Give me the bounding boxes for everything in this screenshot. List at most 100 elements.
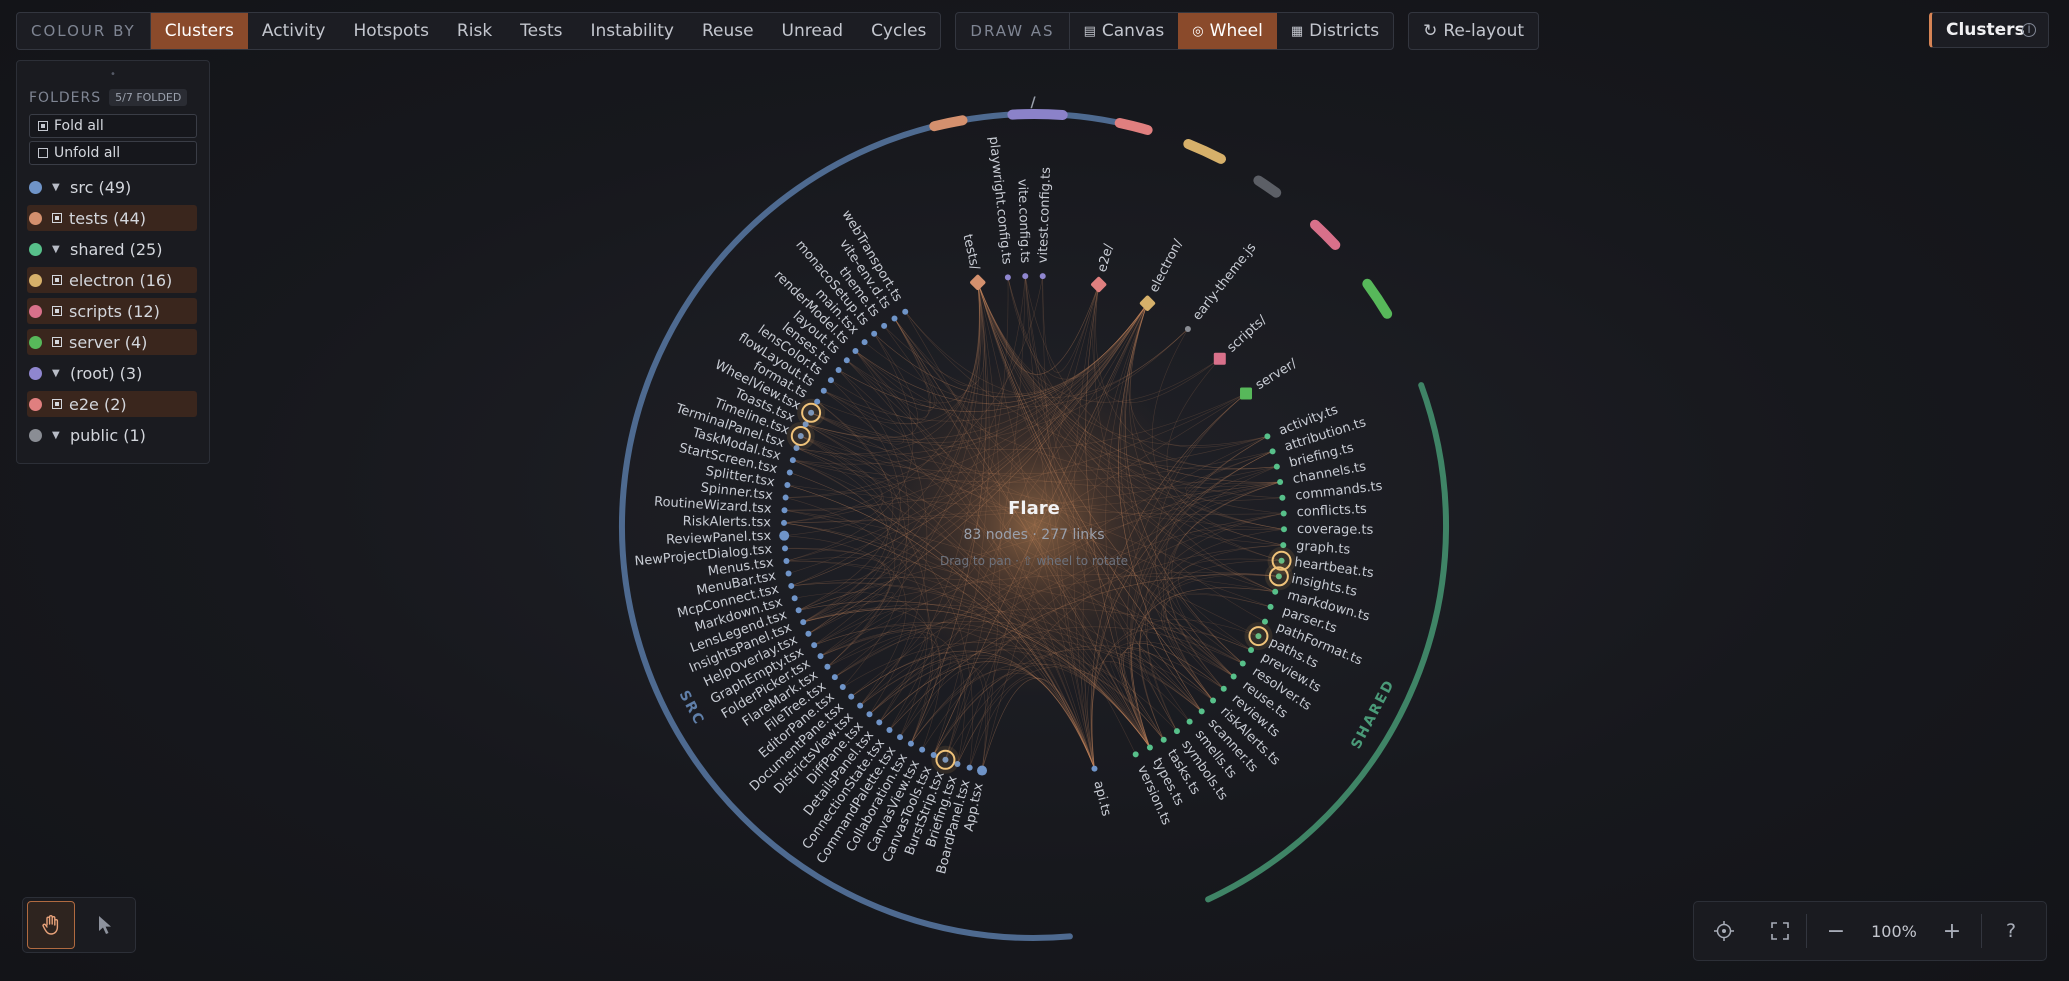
graph-node[interactable] (843, 357, 850, 364)
graph-node[interactable] (866, 711, 873, 718)
graph-node[interactable] (966, 764, 973, 771)
folder-row[interactable]: e2e (2) (27, 391, 197, 417)
graph-node[interactable] (817, 653, 824, 660)
graph-node[interactable] (1280, 526, 1287, 533)
folder-row[interactable]: server (4) (27, 329, 197, 355)
folded-icon[interactable] (52, 399, 62, 409)
graph-node[interactable] (820, 387, 827, 394)
graph-node[interactable] (1267, 603, 1274, 610)
expand-chevron-icon[interactable]: ▼ (52, 244, 66, 255)
folded-icon[interactable] (52, 275, 62, 285)
folded-folder-arc[interactable] (1310, 219, 1341, 250)
graph-node[interactable] (782, 494, 789, 501)
folder-row[interactable]: ▼ public (1) (27, 422, 197, 448)
graph-node[interactable] (1022, 273, 1029, 280)
graph-node[interactable] (930, 751, 937, 758)
graph-node[interactable] (861, 339, 868, 346)
graph-node[interactable] (779, 530, 790, 541)
graph-node[interactable] (788, 582, 795, 589)
graph-node[interactable] (839, 684, 846, 691)
graph-node[interactable] (795, 607, 802, 614)
graph-node[interactable] (1039, 273, 1046, 280)
zoom-in-button[interactable]: + (1923, 902, 1981, 960)
graph-node[interactable] (1272, 588, 1279, 595)
folded-icon[interactable] (52, 213, 62, 223)
graph-node[interactable] (782, 545, 789, 552)
graph-node[interactable] (814, 398, 821, 405)
fullscreen-button[interactable] (1754, 902, 1806, 960)
folder-row[interactable]: ▼ (root) (3) (27, 360, 197, 386)
fold-all-button[interactable]: Fold all (29, 114, 197, 138)
graph-node[interactable] (848, 693, 855, 700)
graph-node[interactable] (791, 595, 798, 602)
fit-view-button[interactable] (1694, 902, 1754, 960)
folded-icon[interactable] (52, 306, 62, 316)
graph-node[interactable] (784, 481, 791, 488)
graph-node[interactable] (886, 726, 893, 733)
graph-node[interactable] (1279, 494, 1286, 501)
folded-folder-arc[interactable] (1362, 278, 1393, 319)
graph-node[interactable] (1146, 744, 1153, 751)
wheel-graph[interactable]: SRC SHARED/App.tsxBoardPanel.tsxBriefing.… (0, 0, 2069, 981)
zoom-out-button[interactable]: − (1807, 902, 1865, 960)
folded-folder-node[interactable] (1090, 276, 1107, 293)
graph-node[interactable] (1248, 647, 1255, 654)
graph-node[interactable] (1220, 685, 1227, 692)
graph-node[interactable] (827, 377, 834, 384)
graph-node[interactable] (1230, 673, 1237, 680)
pan-tool-button[interactable] (27, 901, 75, 949)
folded-folder-node[interactable] (1213, 352, 1226, 365)
graph-node[interactable] (1264, 433, 1271, 440)
graph-node[interactable] (857, 702, 864, 709)
graph-node[interactable] (897, 734, 904, 741)
graph-node[interactable] (919, 746, 926, 753)
graph-node[interactable] (1132, 751, 1139, 758)
graph-node[interactable] (835, 367, 842, 374)
graph-node[interactable] (881, 322, 888, 329)
graph-node[interactable] (1280, 510, 1287, 517)
folder-row[interactable]: ▼ src (49) (27, 174, 197, 200)
graph-node[interactable] (789, 457, 796, 464)
unfold-all-button[interactable]: Unfold all (29, 141, 197, 165)
graph-node[interactable] (1160, 736, 1167, 743)
graph-node[interactable] (781, 519, 788, 526)
graph-node[interactable] (852, 348, 859, 355)
graph-node[interactable] (1186, 718, 1193, 725)
graph-node[interactable] (805, 630, 812, 637)
graph-node[interactable] (1173, 728, 1180, 735)
folder-row[interactable]: ▼ shared (25) (27, 236, 197, 262)
folded-folder-node[interactable] (1139, 295, 1156, 312)
select-tool-button[interactable] (81, 901, 129, 949)
help-button[interactable]: ? (1982, 902, 2040, 960)
folded-folder-arc[interactable] (1007, 109, 1068, 120)
folded-folder-arc[interactable] (1183, 139, 1226, 164)
drag-handle-icon[interactable]: • (17, 69, 209, 80)
folder-row[interactable]: electron (16) (27, 267, 197, 293)
graph-node[interactable] (876, 719, 883, 726)
graph-node[interactable] (785, 570, 792, 577)
graph-node[interactable] (871, 330, 878, 337)
graph-node[interactable] (907, 740, 914, 747)
folded-folder-arc[interactable] (929, 115, 968, 132)
graph-node[interactable] (1210, 697, 1217, 704)
graph-node[interactable] (891, 315, 898, 322)
graph-node[interactable] (902, 308, 909, 315)
graph-node[interactable] (1091, 765, 1098, 772)
graph-node[interactable] (1273, 463, 1280, 470)
expand-chevron-icon[interactable]: ▼ (52, 182, 66, 193)
graph-node[interactable] (1277, 479, 1284, 486)
graph-node[interactable] (824, 663, 831, 670)
graph-node[interactable] (1239, 660, 1246, 667)
graph-node[interactable] (1004, 274, 1011, 281)
graph-node[interactable] (800, 619, 807, 626)
graph-node[interactable] (831, 674, 838, 681)
folder-row[interactable]: tests (44) (27, 205, 197, 231)
folder-row[interactable]: scripts (12) (27, 298, 197, 324)
graph-node[interactable] (781, 507, 788, 514)
expand-chevron-icon[interactable]: ▼ (52, 430, 66, 441)
graph-node[interactable] (786, 469, 793, 476)
graph-node[interactable] (1184, 325, 1191, 332)
folded-icon[interactable] (52, 337, 62, 347)
graph-node[interactable] (977, 765, 988, 776)
graph-node[interactable] (1198, 708, 1205, 715)
